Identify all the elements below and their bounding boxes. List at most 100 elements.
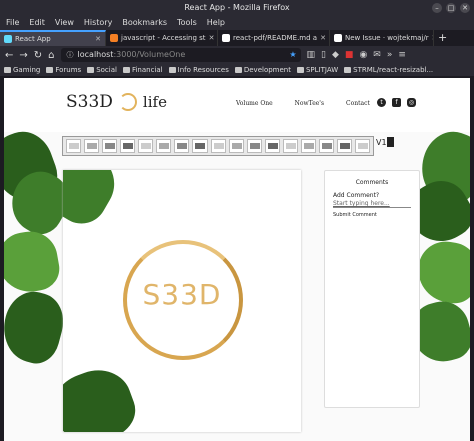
page-thumbnail[interactable] xyxy=(84,139,100,153)
close-icon[interactable]: ✕ xyxy=(320,30,326,46)
tab-label: javascript - Accessing st xyxy=(121,34,206,42)
page-thumbnail[interactable] xyxy=(246,139,262,153)
folder-icon xyxy=(234,67,242,73)
site-nav: Volume One NowTee's Contact xyxy=(236,100,370,107)
bookmark-financial[interactable]: Financial xyxy=(122,64,163,76)
close-icon[interactable]: ✕ xyxy=(209,30,215,46)
window-title: React App - Mozilla Firefox xyxy=(184,3,290,12)
folder-icon xyxy=(296,67,304,73)
logo-text: S33D xyxy=(66,92,113,112)
bookmark-development[interactable]: Development xyxy=(234,64,291,76)
close-icon[interactable]: ✕ xyxy=(95,32,101,46)
menu-edit[interactable]: Edit xyxy=(29,16,45,30)
extension-icon[interactable]: ◆ xyxy=(332,50,339,60)
page-thumbnail[interactable] xyxy=(264,139,280,153)
logo-ring-icon xyxy=(118,93,137,111)
close-button[interactable]: ✕ xyxy=(460,3,470,13)
stackoverflow-icon xyxy=(110,34,118,42)
forward-icon[interactable]: → xyxy=(19,50,27,61)
bookmark-social[interactable]: Social xyxy=(87,64,117,76)
folder-icon xyxy=(4,67,11,73)
logo-life: life xyxy=(142,93,167,111)
menu-file[interactable]: File xyxy=(6,16,19,30)
page-thumbnail[interactable] xyxy=(174,139,190,153)
page-thumbnail[interactable] xyxy=(300,139,316,153)
url-path: :3000/VolumeOne xyxy=(113,50,186,59)
menu-help[interactable]: Help xyxy=(207,16,225,30)
tab-new-issue[interactable]: New Issue · wojtekmaj/r ✕ xyxy=(330,30,434,46)
sidebar-icon[interactable]: ▯ xyxy=(321,50,326,60)
tab-stackoverflow[interactable]: javascript - Accessing st ✕ xyxy=(106,30,218,46)
bookmark-label: Social xyxy=(96,66,117,74)
twitter-icon[interactable]: t xyxy=(377,98,386,107)
bookmark-strml[interactable]: STRML/react-resizabl... xyxy=(344,64,433,76)
version-toggle-button[interactable] xyxy=(387,137,394,147)
bookmark-label: Info Resources xyxy=(177,66,229,74)
url-host: localhost xyxy=(77,50,114,59)
info-icon[interactable]: ⓘ xyxy=(67,48,74,62)
menu-history[interactable]: History xyxy=(84,16,112,30)
bookmark-label: SPLITJAW xyxy=(305,66,339,74)
page-thumbnail[interactable] xyxy=(120,139,136,153)
bookmark-forums[interactable]: Forums xyxy=(46,64,81,76)
tab-readme[interactable]: react-pdf/README.md a ✕ xyxy=(218,30,330,46)
extension-icon[interactable]: ✉ xyxy=(373,50,381,60)
overflow-icon[interactable]: » xyxy=(387,50,393,60)
bookmark-label: Development xyxy=(243,66,291,74)
page-thumbnail[interactable] xyxy=(138,139,154,153)
social-links: t f ◎ xyxy=(377,98,416,107)
reload-icon[interactable]: ↻ xyxy=(34,50,42,61)
tab-label: New Issue · wojtekmaj/r xyxy=(345,34,429,42)
library-icon[interactable]: ▥ xyxy=(307,50,316,60)
menu-view[interactable]: View xyxy=(55,16,74,30)
add-comment-label: Add Comment? xyxy=(333,192,380,199)
page-thumbnail[interactable] xyxy=(318,139,334,153)
extension-icon[interactable]: ◉ xyxy=(359,50,367,60)
folder-icon xyxy=(46,67,54,73)
bookmark-splitjaw[interactable]: SPLITJAW xyxy=(296,64,339,76)
minimize-button[interactable]: – xyxy=(432,3,442,13)
bookmark-gaming[interactable]: Gaming xyxy=(4,64,40,76)
nav-volume-one[interactable]: Volume One xyxy=(236,100,273,107)
folder-icon xyxy=(122,67,130,73)
tab-react-app[interactable]: React App ✕ xyxy=(0,30,106,46)
folder-icon xyxy=(168,67,176,73)
leaf-corner-decoration xyxy=(63,170,133,240)
page-thumbnail[interactable] xyxy=(355,139,371,153)
page-thumbnail[interactable] xyxy=(336,139,352,153)
comment-input[interactable]: Start typing here... xyxy=(333,200,411,208)
page-thumbnail[interactable] xyxy=(156,139,172,153)
url-bar[interactable]: ⓘ localhost:3000/VolumeOne ★ xyxy=(60,48,301,62)
bookmark-label: Gaming xyxy=(13,66,41,74)
nav-contact[interactable]: Contact xyxy=(346,100,370,107)
back-icon[interactable]: ← xyxy=(5,50,13,61)
menu-icon[interactable]: ≡ xyxy=(398,50,406,60)
site-logo[interactable]: S33D life xyxy=(66,92,167,112)
bookmark-star-icon[interactable]: ★ xyxy=(289,48,296,62)
folder-icon xyxy=(87,67,95,73)
home-icon[interactable]: ⌂ xyxy=(48,50,54,61)
menu-bookmarks[interactable]: Bookmarks xyxy=(122,16,167,30)
new-tab-button[interactable]: + xyxy=(434,30,454,46)
nav-bar: ← → ↻ ⌂ ⓘ localhost:3000/VolumeOne ★ ▥ ▯… xyxy=(0,46,474,64)
site-header: S33D life Volume One NowTee's Contact t … xyxy=(4,78,470,132)
page-thumbnail[interactable] xyxy=(102,139,118,153)
bookmark-info[interactable]: Info Resources xyxy=(168,64,229,76)
folder-icon xyxy=(344,67,352,73)
page-thumbnail[interactable] xyxy=(192,139,208,153)
page-thumbnail[interactable] xyxy=(228,139,244,153)
facebook-icon[interactable]: f xyxy=(392,98,401,107)
menu-tools[interactable]: Tools xyxy=(177,16,197,30)
page-thumbnail[interactable] xyxy=(66,139,82,153)
extension-icon[interactable]: ■ xyxy=(345,50,354,60)
page-thumbnail-strip xyxy=(62,136,374,156)
instagram-icon[interactable]: ◎ xyxy=(407,98,416,107)
page-thumbnail[interactable] xyxy=(210,139,226,153)
react-icon xyxy=(4,35,12,43)
page-viewport: S33D life Volume One NowTee's Contact t … xyxy=(4,78,470,441)
nav-nowtees[interactable]: NowTee's xyxy=(295,100,324,107)
submit-comment-button[interactable]: Submit Comment xyxy=(333,212,419,218)
tab-bar: React App ✕ javascript - Accessing st ✕ … xyxy=(0,30,474,46)
maximize-button[interactable]: □ xyxy=(446,3,456,13)
page-thumbnail[interactable] xyxy=(282,139,298,153)
